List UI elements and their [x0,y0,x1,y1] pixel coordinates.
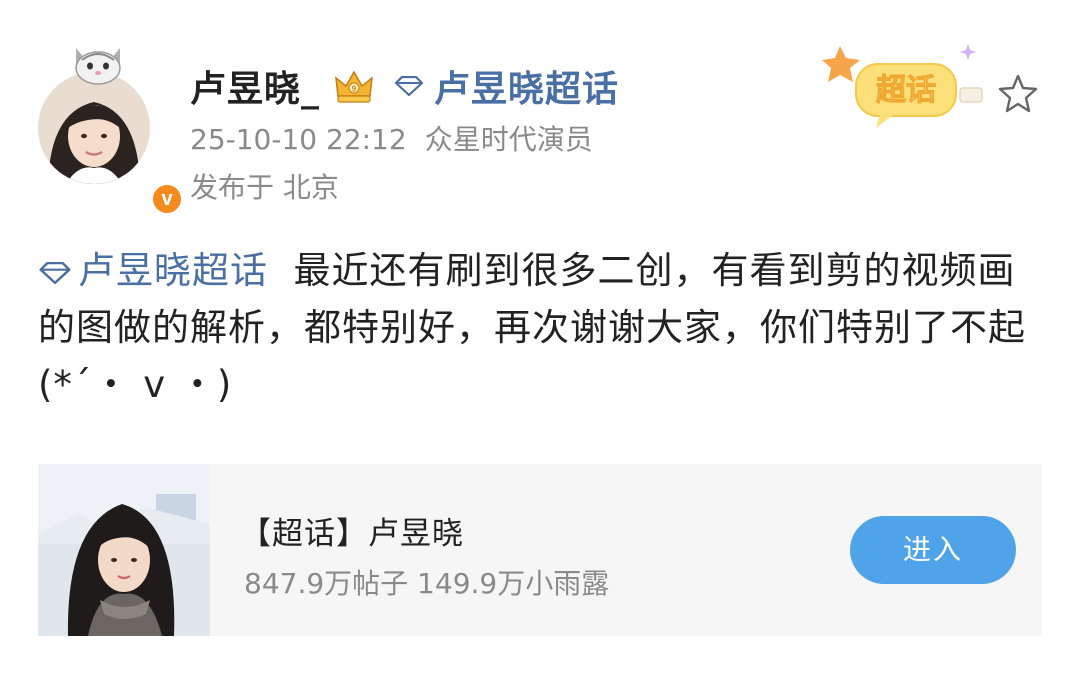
svg-text:9: 9 [352,85,357,94]
post-content: 卢昱晓超话 最近还有刷到很多二创，有看到剪的视频画的图做的解析，都特别好，再次谢… [38,242,1043,413]
avatar[interactable] [38,72,150,184]
author-avatar-area[interactable]: v [38,46,184,216]
super-topic-badge-icon[interactable]: 超话 [820,38,990,138]
crown-icon: 9 [335,70,373,103]
diamond-icon [394,76,424,96]
enter-button[interactable]: 进入 [850,516,1016,584]
username[interactable]: 卢昱晓_ [190,60,320,112]
card-title: 【超话】卢昱晓 [240,516,464,552]
star-icon[interactable] [996,72,1040,116]
post-header: 卢昱晓_ 9 卢昱晓超话 [190,62,619,110]
super-topic-link[interactable]: 卢昱晓超话 [434,60,619,112]
post-timestamp: 25-10-10 22:12 [190,123,407,156]
post-location: 发布于 北京 [190,171,339,204]
post-meta: 25-10-10 22:12 众星时代演员 [190,118,593,158]
super-topic-badge-label: 超话 [876,73,936,108]
card-stats: 847.9万帖子 149.9万小雨露 [244,567,610,600]
super-topic-card[interactable]: 【超话】卢昱晓 847.9万帖子 149.9万小雨露 进入 [38,464,1042,636]
verified-badge: v [150,182,184,216]
card-cover-image [38,464,210,636]
inline-super-topic-label: 卢昱晓超话 [78,249,268,292]
pet-hat-icon [75,48,121,85]
post-source[interactable]: 众星时代演员 [425,123,593,156]
inline-super-topic-link[interactable]: 卢昱晓超话 [38,249,268,292]
diamond-icon [39,261,71,284]
weibo-post: v 卢昱晓_ 9 卢昱晓超话 25-10-10 22:12 众星时代演员 发布于 … [0,0,1080,700]
